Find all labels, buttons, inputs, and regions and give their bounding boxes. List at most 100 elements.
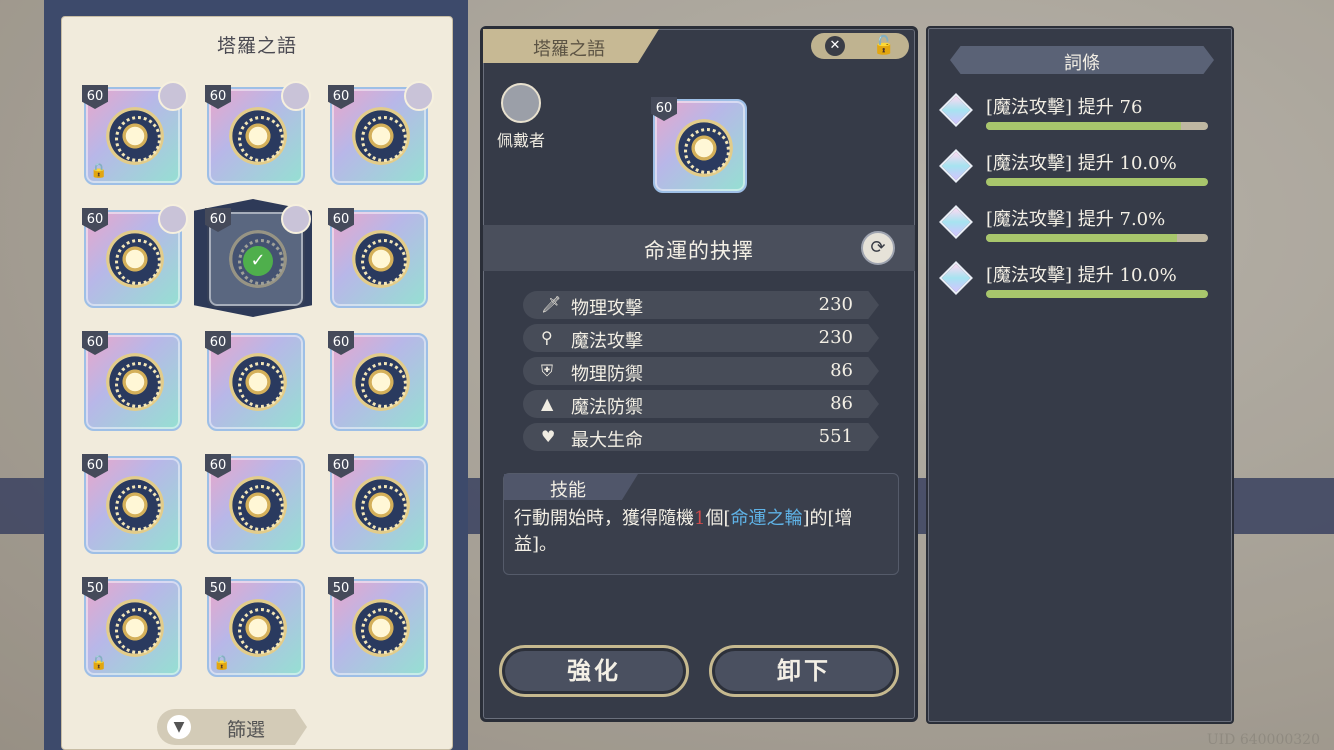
shield-icon: ⛨ bbox=[541, 361, 554, 380]
detail-title: 塔羅之語 bbox=[533, 39, 605, 60]
stat-value: 86 bbox=[830, 393, 853, 414]
card-emblem bbox=[675, 119, 733, 177]
affix-text: [魔法攻擊] 提升 10.0% bbox=[986, 153, 1177, 174]
card-emblem bbox=[106, 476, 164, 534]
skill-text-part: 行動開始時，獲得隨機 bbox=[514, 508, 694, 529]
lock-icon: 🔒 bbox=[213, 655, 231, 671]
stat-row: ▲ 魔法防禦 86 bbox=[523, 390, 879, 418]
stat-value: 551 bbox=[818, 426, 853, 447]
detail-panel: 塔羅之語 ✕ 🔓 佩戴者 60 命運的抉擇 ⟳ 🗡 物理攻擊 230 ⚲ 魔法攻擊 230… bbox=[480, 26, 918, 722]
filter-button[interactable]: ▼ 篩選 bbox=[157, 709, 307, 745]
tarot-card[interactable]: 60 bbox=[328, 208, 428, 308]
detail-header: 塔羅之語 ✕ 🔓 bbox=[483, 29, 915, 63]
stat-name: 物理攻擊 bbox=[571, 298, 643, 319]
tarot-card[interactable]: 60 bbox=[82, 204, 188, 308]
tarot-card[interactable]: 60 🔒 bbox=[82, 81, 188, 185]
swap-button[interactable]: ⟳ bbox=[861, 231, 895, 265]
affix-row: [魔法攻擊] 提升 10.0% bbox=[939, 146, 1224, 194]
tarot-card[interactable]: 60 bbox=[328, 331, 428, 431]
tarot-card[interactable]: 60 bbox=[205, 81, 311, 185]
gem-icon bbox=[939, 93, 973, 127]
affix-title-bar: 詞條 bbox=[950, 46, 1214, 74]
skill-keyword: 命運之輪 bbox=[730, 508, 803, 529]
uid-label: UID 640000320 bbox=[1206, 732, 1320, 748]
affix-progress-fill bbox=[986, 234, 1177, 242]
enhance-button[interactable]: 強化 bbox=[499, 645, 689, 697]
stat-name: 魔法攻擊 bbox=[571, 331, 643, 352]
skill-description: 行動開始時，獲得隨機1個[命運之輪]的[增益]。 bbox=[514, 506, 890, 558]
level-badge: 60 bbox=[82, 208, 108, 232]
card-emblem bbox=[352, 353, 410, 411]
card-emblem bbox=[352, 107, 410, 165]
selected-card-preview: 60 bbox=[651, 97, 747, 193]
affix-row: [魔法攻擊] 提升 7.0% bbox=[939, 202, 1224, 250]
sword-icon: 🗡 bbox=[541, 295, 562, 314]
check-icon: ✓ bbox=[243, 246, 273, 276]
refresh-icon: ⟳ bbox=[870, 237, 886, 258]
wearer-avatar-icon bbox=[158, 204, 188, 234]
card-emblem bbox=[229, 476, 287, 534]
header-actions: ✕ 🔓 bbox=[811, 33, 909, 59]
card-emblem bbox=[352, 599, 410, 657]
unequip-button[interactable]: 卸下 bbox=[709, 645, 899, 697]
card-emblem bbox=[352, 476, 410, 534]
filter-icon: ▼ bbox=[167, 715, 191, 739]
affix-progress-fill bbox=[986, 178, 1208, 186]
level-badge: 50 bbox=[205, 577, 231, 601]
wearer-avatar-icon bbox=[281, 81, 311, 111]
level-badge: 60 bbox=[82, 331, 108, 355]
card-emblem bbox=[352, 230, 410, 288]
card-emblem bbox=[106, 599, 164, 657]
gem-icon bbox=[939, 149, 973, 183]
lock-icon: 🔒 bbox=[90, 163, 108, 179]
wearer-avatar-icon bbox=[404, 81, 434, 111]
level-badge: 60 bbox=[328, 454, 354, 478]
heart-icon: ♥ bbox=[541, 427, 556, 446]
affix-text: [魔法攻擊] 提升 7.0% bbox=[986, 209, 1166, 230]
staff-icon: ⚲ bbox=[541, 328, 553, 347]
card-emblem bbox=[106, 107, 164, 165]
tarot-list-panel: 塔羅之語 60 🔒 60 60 60 60 ✓ 60 60 60 60 60 60 60 50 🔒 50 🔒 50 … bbox=[61, 16, 453, 750]
affix-progress-bar bbox=[986, 178, 1208, 186]
gem-icon bbox=[939, 205, 973, 239]
item-name-row: 命運的抉擇 ⟳ bbox=[483, 225, 915, 271]
stat-name: 魔法防禦 bbox=[571, 397, 643, 418]
level-badge: 60 bbox=[82, 454, 108, 478]
stat-name: 最大生命 bbox=[571, 430, 643, 451]
level-badge: 60 bbox=[205, 208, 231, 232]
tarot-card[interactable]: 50 bbox=[328, 577, 428, 677]
tarot-card[interactable]: 60 bbox=[205, 331, 305, 431]
tarot-card[interactable]: 60 ✓ bbox=[205, 204, 311, 308]
stat-row: 🗡 物理攻擊 230 bbox=[523, 291, 879, 319]
tarot-card[interactable]: 60 bbox=[205, 454, 305, 554]
tarot-card[interactable]: 60 bbox=[82, 331, 182, 431]
tarot-card[interactable]: 50 🔒 bbox=[205, 577, 305, 677]
level-badge: 60 bbox=[328, 208, 354, 232]
discard-icon[interactable]: ✕ bbox=[825, 36, 845, 56]
affix-progress-bar bbox=[986, 290, 1208, 298]
affix-text: [魔法攻擊] 提升 76 bbox=[986, 97, 1143, 118]
wearer[interactable]: 佩戴者 bbox=[493, 83, 549, 151]
card-emblem bbox=[229, 599, 287, 657]
stat-value: 86 bbox=[830, 360, 853, 381]
lock-toggle-icon[interactable]: 🔓 bbox=[873, 35, 895, 56]
wearer-label: 佩戴者 bbox=[496, 131, 545, 150]
filter-label: 篩選 bbox=[227, 719, 266, 741]
stat-value: 230 bbox=[818, 294, 853, 315]
tarot-card[interactable]: 60 bbox=[328, 454, 428, 554]
wearer-avatar bbox=[501, 83, 541, 123]
tarot-card[interactable]: 50 🔒 bbox=[82, 577, 182, 677]
affix-row: [魔法攻擊] 提升 76 bbox=[939, 90, 1224, 138]
level-badge: 60 bbox=[328, 85, 354, 109]
affix-title: 詞條 bbox=[1064, 53, 1100, 74]
lock-icon: 🔒 bbox=[90, 655, 108, 671]
hat-icon: ▲ bbox=[541, 394, 554, 413]
gem-icon bbox=[939, 261, 973, 295]
card-emblem bbox=[229, 107, 287, 165]
affix-progress-bar bbox=[986, 122, 1208, 130]
stat-row: ♥ 最大生命 551 bbox=[523, 423, 879, 451]
tarot-card[interactable]: 60 bbox=[82, 454, 182, 554]
stat-name: 物理防禦 bbox=[571, 364, 643, 385]
tarot-card[interactable]: 60 bbox=[328, 81, 434, 185]
card-emblem bbox=[229, 353, 287, 411]
